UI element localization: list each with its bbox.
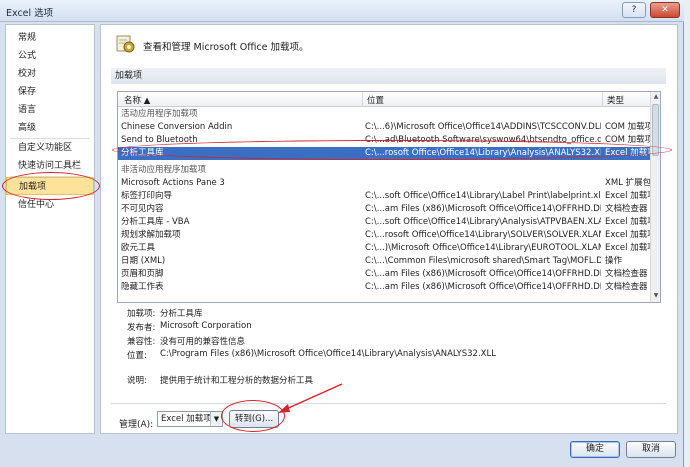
table-row[interactable]: 页眉和页脚 C:\...am Files (x86)\Microsoft Off… — [118, 268, 652, 281]
addins-gear-icon — [116, 35, 135, 53]
group-header-active: 活动应用程序加载项 — [118, 108, 652, 121]
addin-name: 页眉和页脚 — [121, 269, 164, 279]
addin-name: Chinese Conversion Addin — [121, 122, 233, 132]
addin-type: Excel 加载项 — [605, 230, 656, 240]
detail-compat-label: 兼容性: — [127, 337, 156, 347]
group-header-inactive: 非活动应用程序加载项 — [118, 164, 652, 177]
addin-location: C:\...6)\Microsoft Office\Office14\ADDIN… — [365, 122, 601, 132]
scroll-up-icon[interactable]: ▲ — [652, 92, 660, 102]
addin-location: C:\...rosoft Office\Office14\Library\SOL… — [365, 230, 601, 240]
nav-item-proofing[interactable]: 校对 — [6, 65, 94, 83]
table-row[interactable]: 日期 (XML) C:\...\Common Files\microsoft s… — [118, 255, 652, 268]
addin-type: 文档检查器 — [605, 204, 648, 214]
manage-dropdown-value: Excel 加载项 — [161, 414, 212, 424]
table-row[interactable]: 规划求解加载项 C:\...rosoft Office\Office14\Lib… — [118, 229, 656, 242]
close-button[interactable]: ✕ — [650, 2, 680, 18]
addins-table: 名称 ▲ 位置 类型 活动应用程序加载项 Chinese Conversion … — [117, 91, 661, 303]
detail-addin-label: 加载项: — [127, 309, 156, 319]
addin-location: C:\...soft Office\Office14\Library\Label… — [365, 191, 601, 201]
addin-type: XML 扩展包 — [605, 178, 652, 188]
nav-item-save[interactable]: 保存 — [6, 83, 94, 101]
addin-type: Excel 加载项 — [605, 217, 656, 227]
window-title: Excel 选项 — [6, 8, 54, 19]
addin-name: 标签打印向导 — [121, 191, 173, 201]
column-divider — [602, 92, 603, 107]
addin-type: 文档检查器 — [605, 282, 648, 292]
table-row[interactable]: Chinese Conversion Addin C:\...6)\Micros… — [118, 121, 654, 134]
detail-description-label: 说明: — [127, 376, 147, 386]
column-divider — [362, 92, 363, 107]
addin-type: COM 加载项 — [605, 122, 654, 132]
help-button[interactable]: ? — [622, 2, 646, 18]
addin-name: 欧元工具 — [121, 243, 156, 253]
addin-name: 隐藏工作表 — [121, 282, 164, 292]
detail-addin-value: 分析工具库 — [160, 309, 203, 319]
detail-compat-value: 没有可用的兼容性信息 — [160, 337, 246, 347]
addins-panel: 查看和管理 Microsoft Office 加载项。 加载项 名称 ▲ 位置 … — [100, 24, 678, 434]
column-header-type[interactable]: 类型 — [607, 94, 624, 106]
table-row[interactable]: Microsoft Actions Pane 3 XML 扩展包 — [118, 177, 652, 190]
addin-name: Microsoft Actions Pane 3 — [121, 178, 225, 188]
detail-location-value: C:\Program Files (x86)\Microsoft Office\… — [160, 349, 496, 359]
panel-description: 查看和管理 Microsoft Office 加载项。 — [143, 42, 309, 53]
annotation-circle-nav — [2, 172, 100, 200]
background-strip — [684, 0, 690, 467]
group-title: 活动应用程序加载项 — [121, 109, 198, 119]
table-header: 名称 ▲ 位置 类型 — [118, 92, 652, 107]
nav-item-general[interactable]: 常规 — [6, 29, 94, 47]
detail-publisher-label: 发布者: — [127, 323, 156, 333]
nav-item-formulas[interactable]: 公式 — [6, 47, 94, 65]
manage-label: 管理(A): — [119, 420, 154, 430]
addin-name: 不可见内容 — [121, 204, 164, 214]
addin-location: C:\...am Files (x86)\Microsoft Office\Of… — [365, 282, 601, 292]
table-row[interactable]: 隐藏工作表 C:\...am Files (x86)\Microsoft Off… — [118, 281, 652, 294]
addin-location: C:\...\Common Files\microsoft shared\Sma… — [365, 256, 601, 266]
nav-item-advanced[interactable]: 高级 — [6, 119, 94, 137]
addin-location: C:\...)\Microsoft Office\Office14\Librar… — [365, 243, 601, 253]
addin-name: 分析工具库 - VBA — [121, 217, 190, 227]
addin-location: C:\...am Files (x86)\Microsoft Office\Of… — [365, 269, 601, 279]
cancel-button[interactable]: 取消 — [626, 441, 676, 458]
addin-name: 规划求解加载项 — [121, 230, 181, 240]
addin-name: 日期 (XML) — [121, 256, 166, 266]
detail-location-label: 位置: — [127, 351, 147, 361]
ok-button[interactable]: 确定 — [570, 441, 620, 458]
nav-item-customize-ribbon[interactable]: 自定义功能区 — [6, 139, 94, 157]
manage-dropdown[interactable]: Excel 加载项 ▼ — [157, 411, 223, 427]
addins-section-title: 加载项 — [111, 68, 666, 84]
title-bar: Excel 选项 ? ✕ — [0, 0, 684, 22]
addin-type: 操作 — [605, 256, 623, 266]
column-header-name[interactable]: 名称 ▲ — [124, 94, 150, 106]
addin-location: C:\...soft Office\Office14\Library\Analy… — [365, 217, 601, 227]
table-row[interactable]: 欧元工具 C:\...)\Microsoft Office\Office14\L… — [118, 242, 656, 255]
table-row[interactable]: 标签打印向导 C:\...soft Office\Office14\Librar… — [118, 190, 656, 203]
column-header-location[interactable]: 位置 — [367, 94, 384, 106]
table-scrollbar[interactable]: ▲ ▼ — [650, 92, 660, 302]
scroll-down-icon[interactable]: ▼ — [652, 291, 660, 301]
category-nav: 常规 公式 校对 保存 语言 高级 自定义功能区 快速访问工具栏 加载项 信任中… — [5, 24, 95, 434]
addin-location: C:\...am Files (x86)\Microsoft Office\Of… — [365, 204, 601, 214]
addin-type: Excel 加载项 — [605, 191, 656, 201]
nav-item-language[interactable]: 语言 — [6, 101, 94, 119]
addin-type: Excel 加载项 — [605, 243, 656, 253]
addin-type: 文档检查器 — [605, 269, 648, 279]
annotation-circle-row — [112, 140, 672, 160]
table-row[interactable]: 不可见内容 C:\...am Files (x86)\Microsoft Off… — [118, 203, 652, 216]
manage-divider — [111, 403, 666, 404]
table-row[interactable]: 分析工具库 - VBA C:\...soft Office\Office14\L… — [118, 216, 656, 229]
detail-publisher-value: Microsoft Corporation — [160, 321, 252, 331]
group-title: 非活动应用程序加载项 — [121, 165, 207, 175]
annotation-arrow-icon — [278, 383, 343, 413]
